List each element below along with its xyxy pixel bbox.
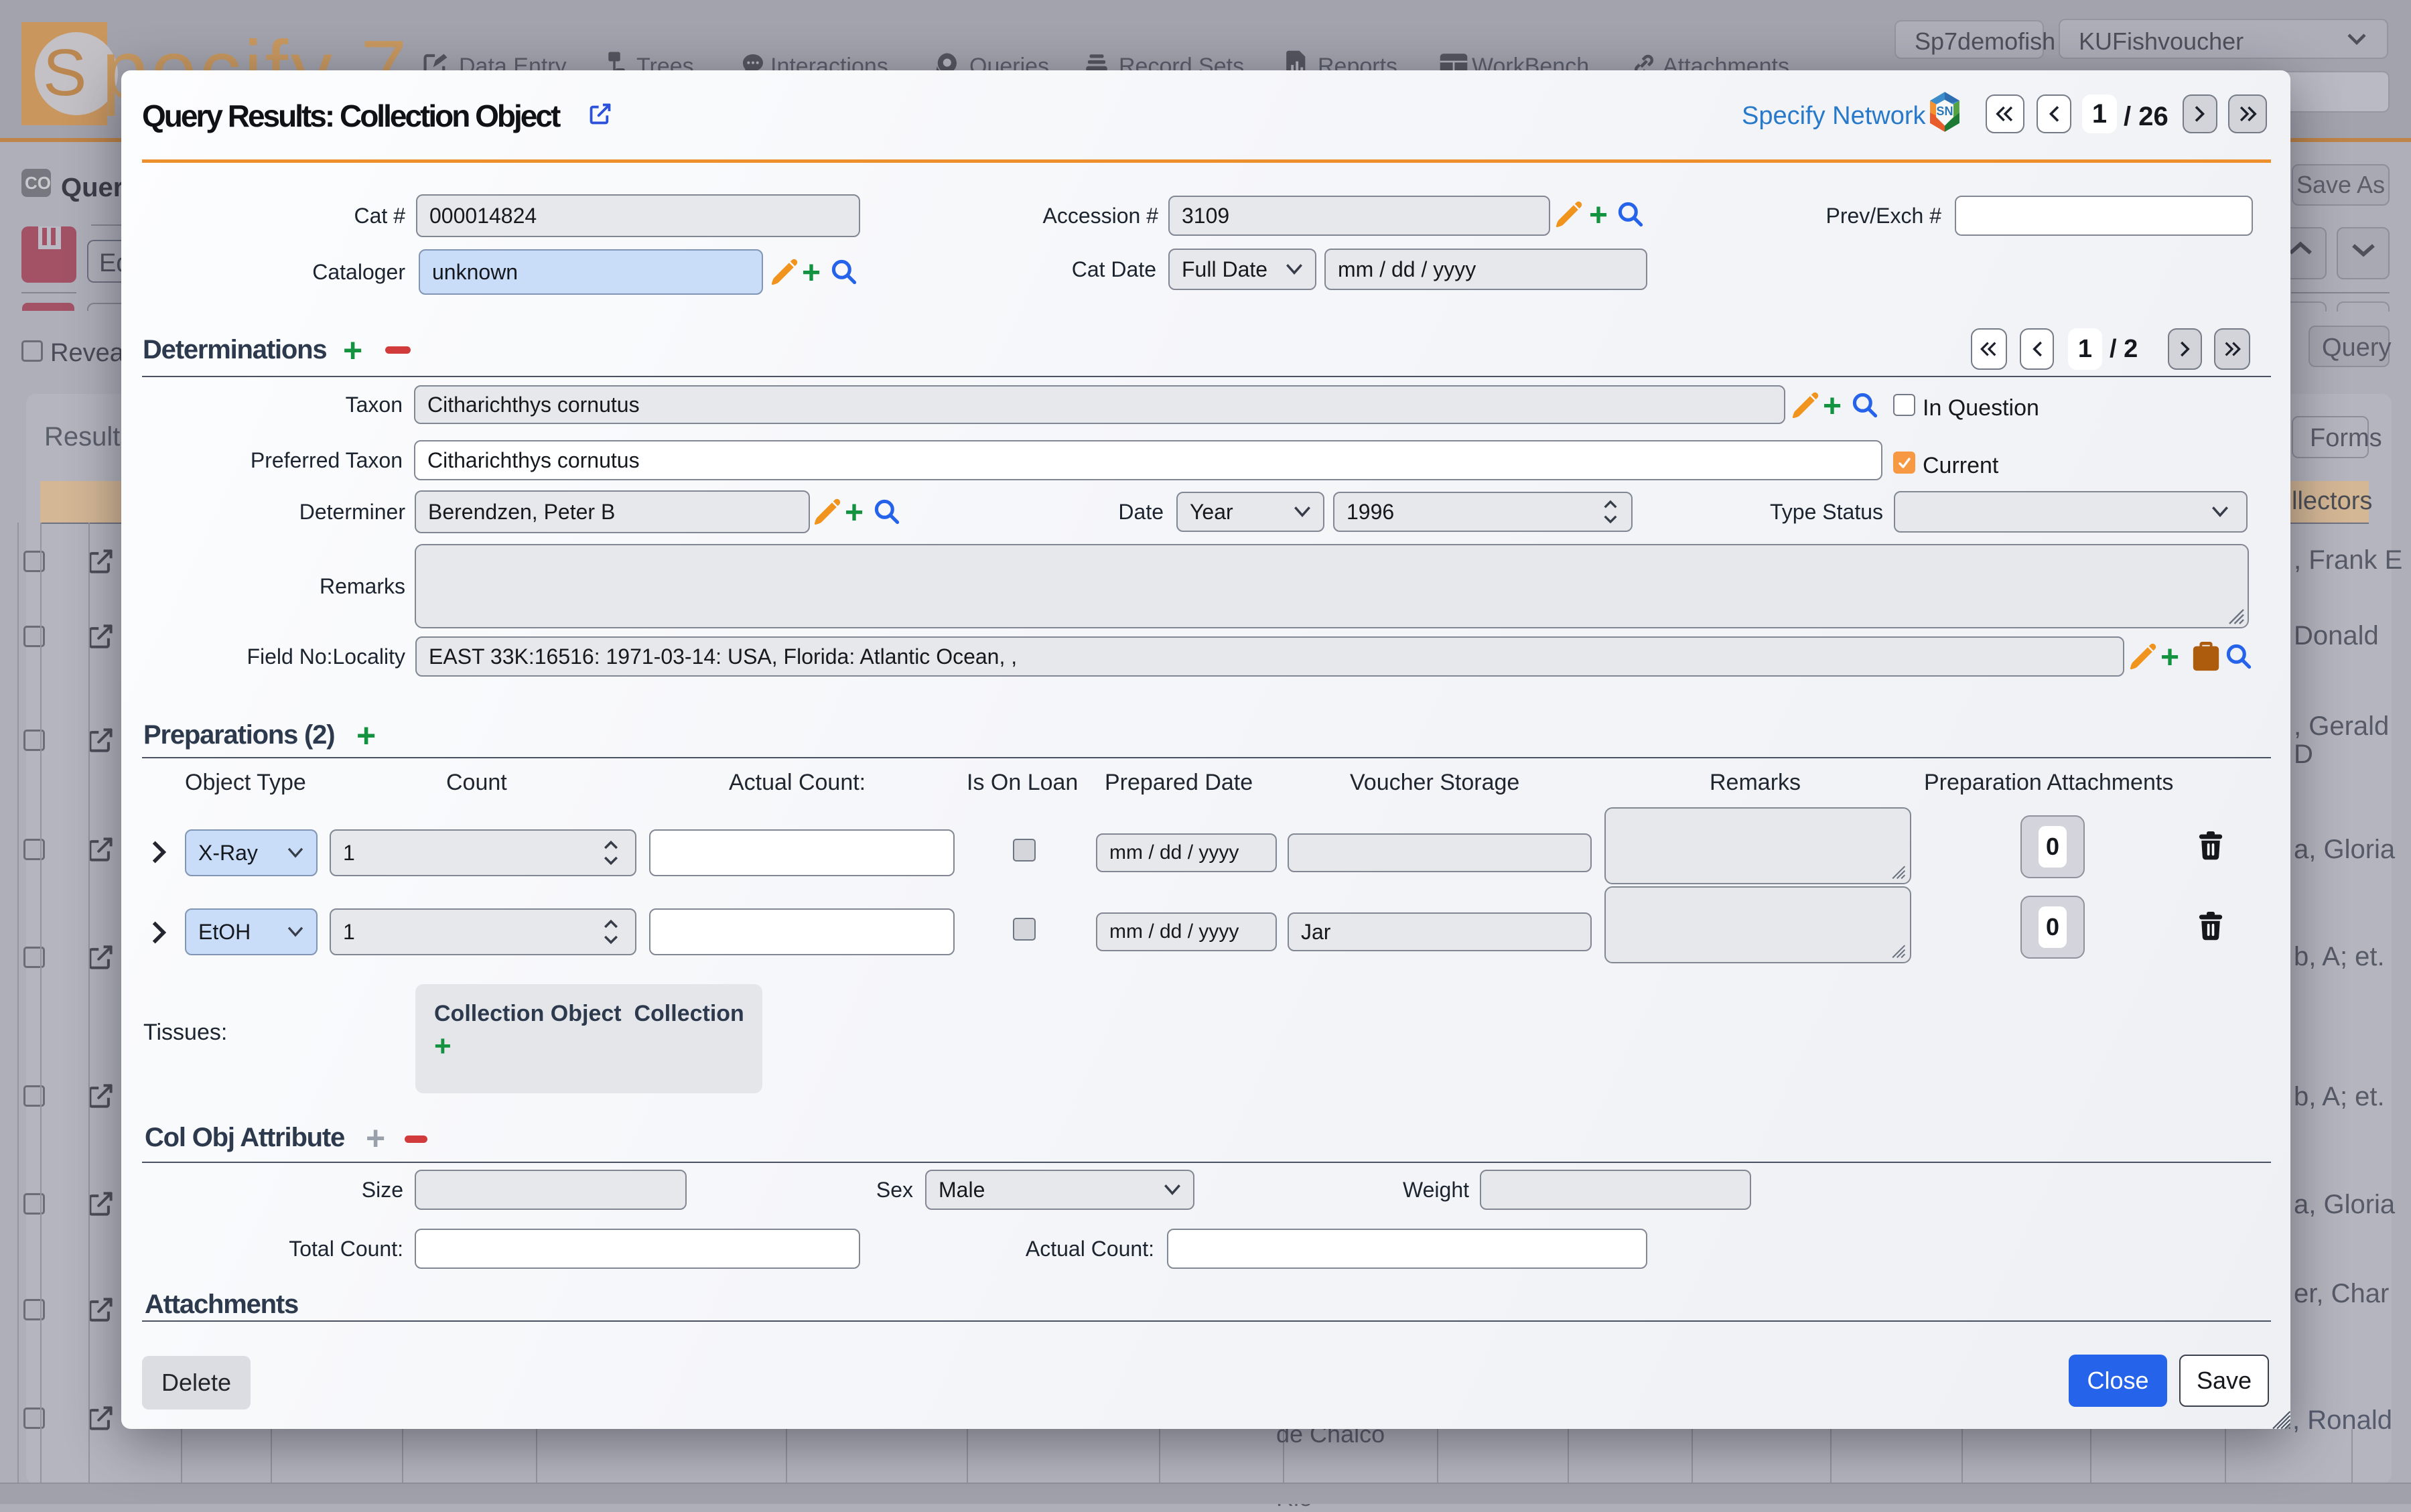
svg-text:SN: SN (1936, 105, 1953, 118)
